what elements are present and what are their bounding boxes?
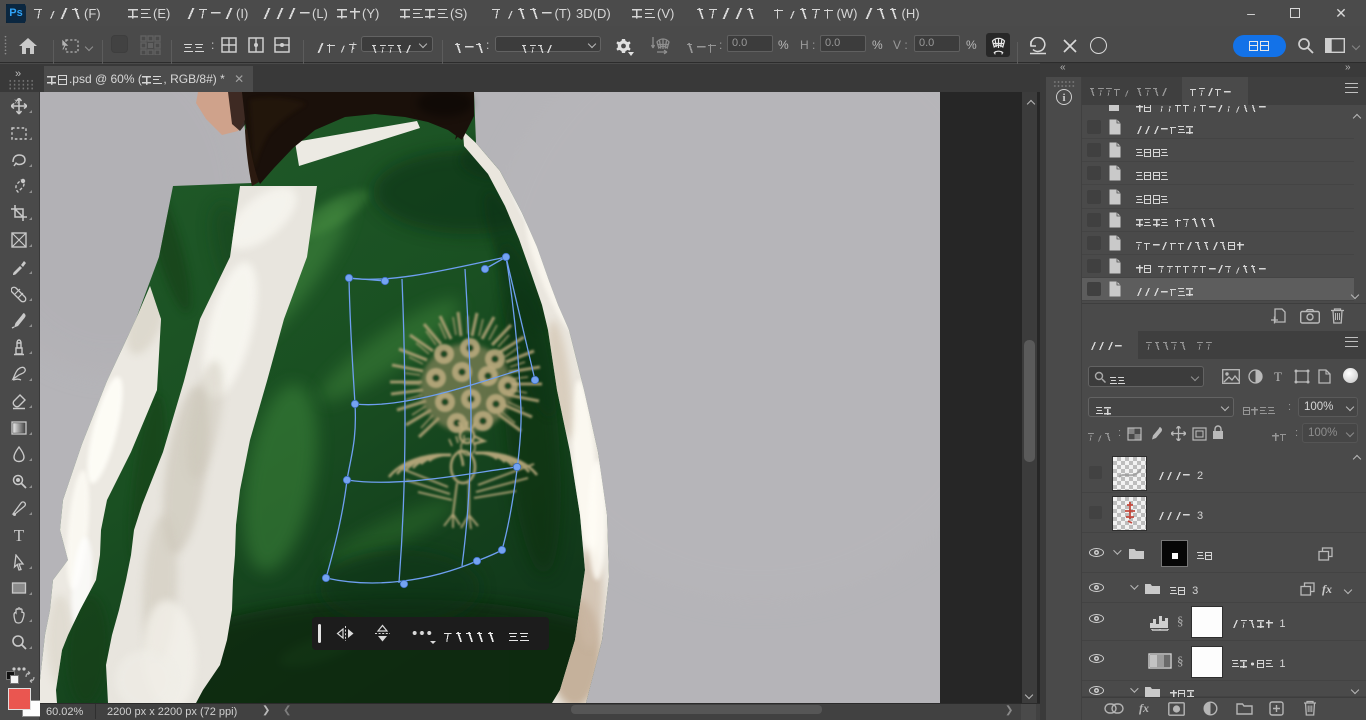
svg-text:T: T [14, 527, 25, 544]
